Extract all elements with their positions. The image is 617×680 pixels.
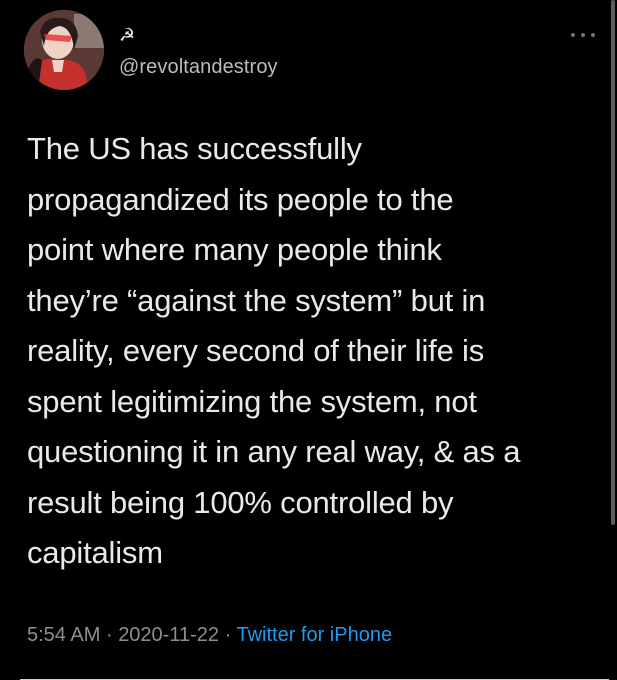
- tweet-source-link[interactable]: Twitter for iPhone: [236, 624, 392, 646]
- scrollbar[interactable]: [607, 0, 617, 680]
- meta-separator: ·: [105, 624, 113, 646]
- tweet-text: The US has successfully propagandized it…: [27, 131, 521, 570]
- user-handle[interactable]: @revoltandestroy: [119, 56, 278, 79]
- more-dot: [571, 33, 575, 37]
- more-options-icon[interactable]: [569, 28, 599, 42]
- scrollbar-thumb[interactable]: [611, 0, 615, 525]
- avatar[interactable]: [24, 10, 104, 90]
- tweet-date[interactable]: 2020-11-22: [118, 624, 219, 646]
- meta-separator: ·: [224, 624, 232, 646]
- tweet-meta: 5:54 AM · 2020-11-22 · Twitter for iPhon…: [27, 624, 392, 647]
- tweet-header: ☭ @revoltandestroy: [24, 10, 601, 90]
- hammer-sickle-icon: ☭: [119, 25, 136, 45]
- tweet-screenshot: ☭ @revoltandestroy The US has successful…: [0, 0, 617, 680]
- more-dot: [591, 33, 595, 37]
- display-name[interactable]: ☭: [119, 24, 135, 46]
- avatar-image: [24, 10, 104, 90]
- more-dot: [581, 33, 585, 37]
- tweet-time[interactable]: 5:54 AM: [27, 624, 100, 646]
